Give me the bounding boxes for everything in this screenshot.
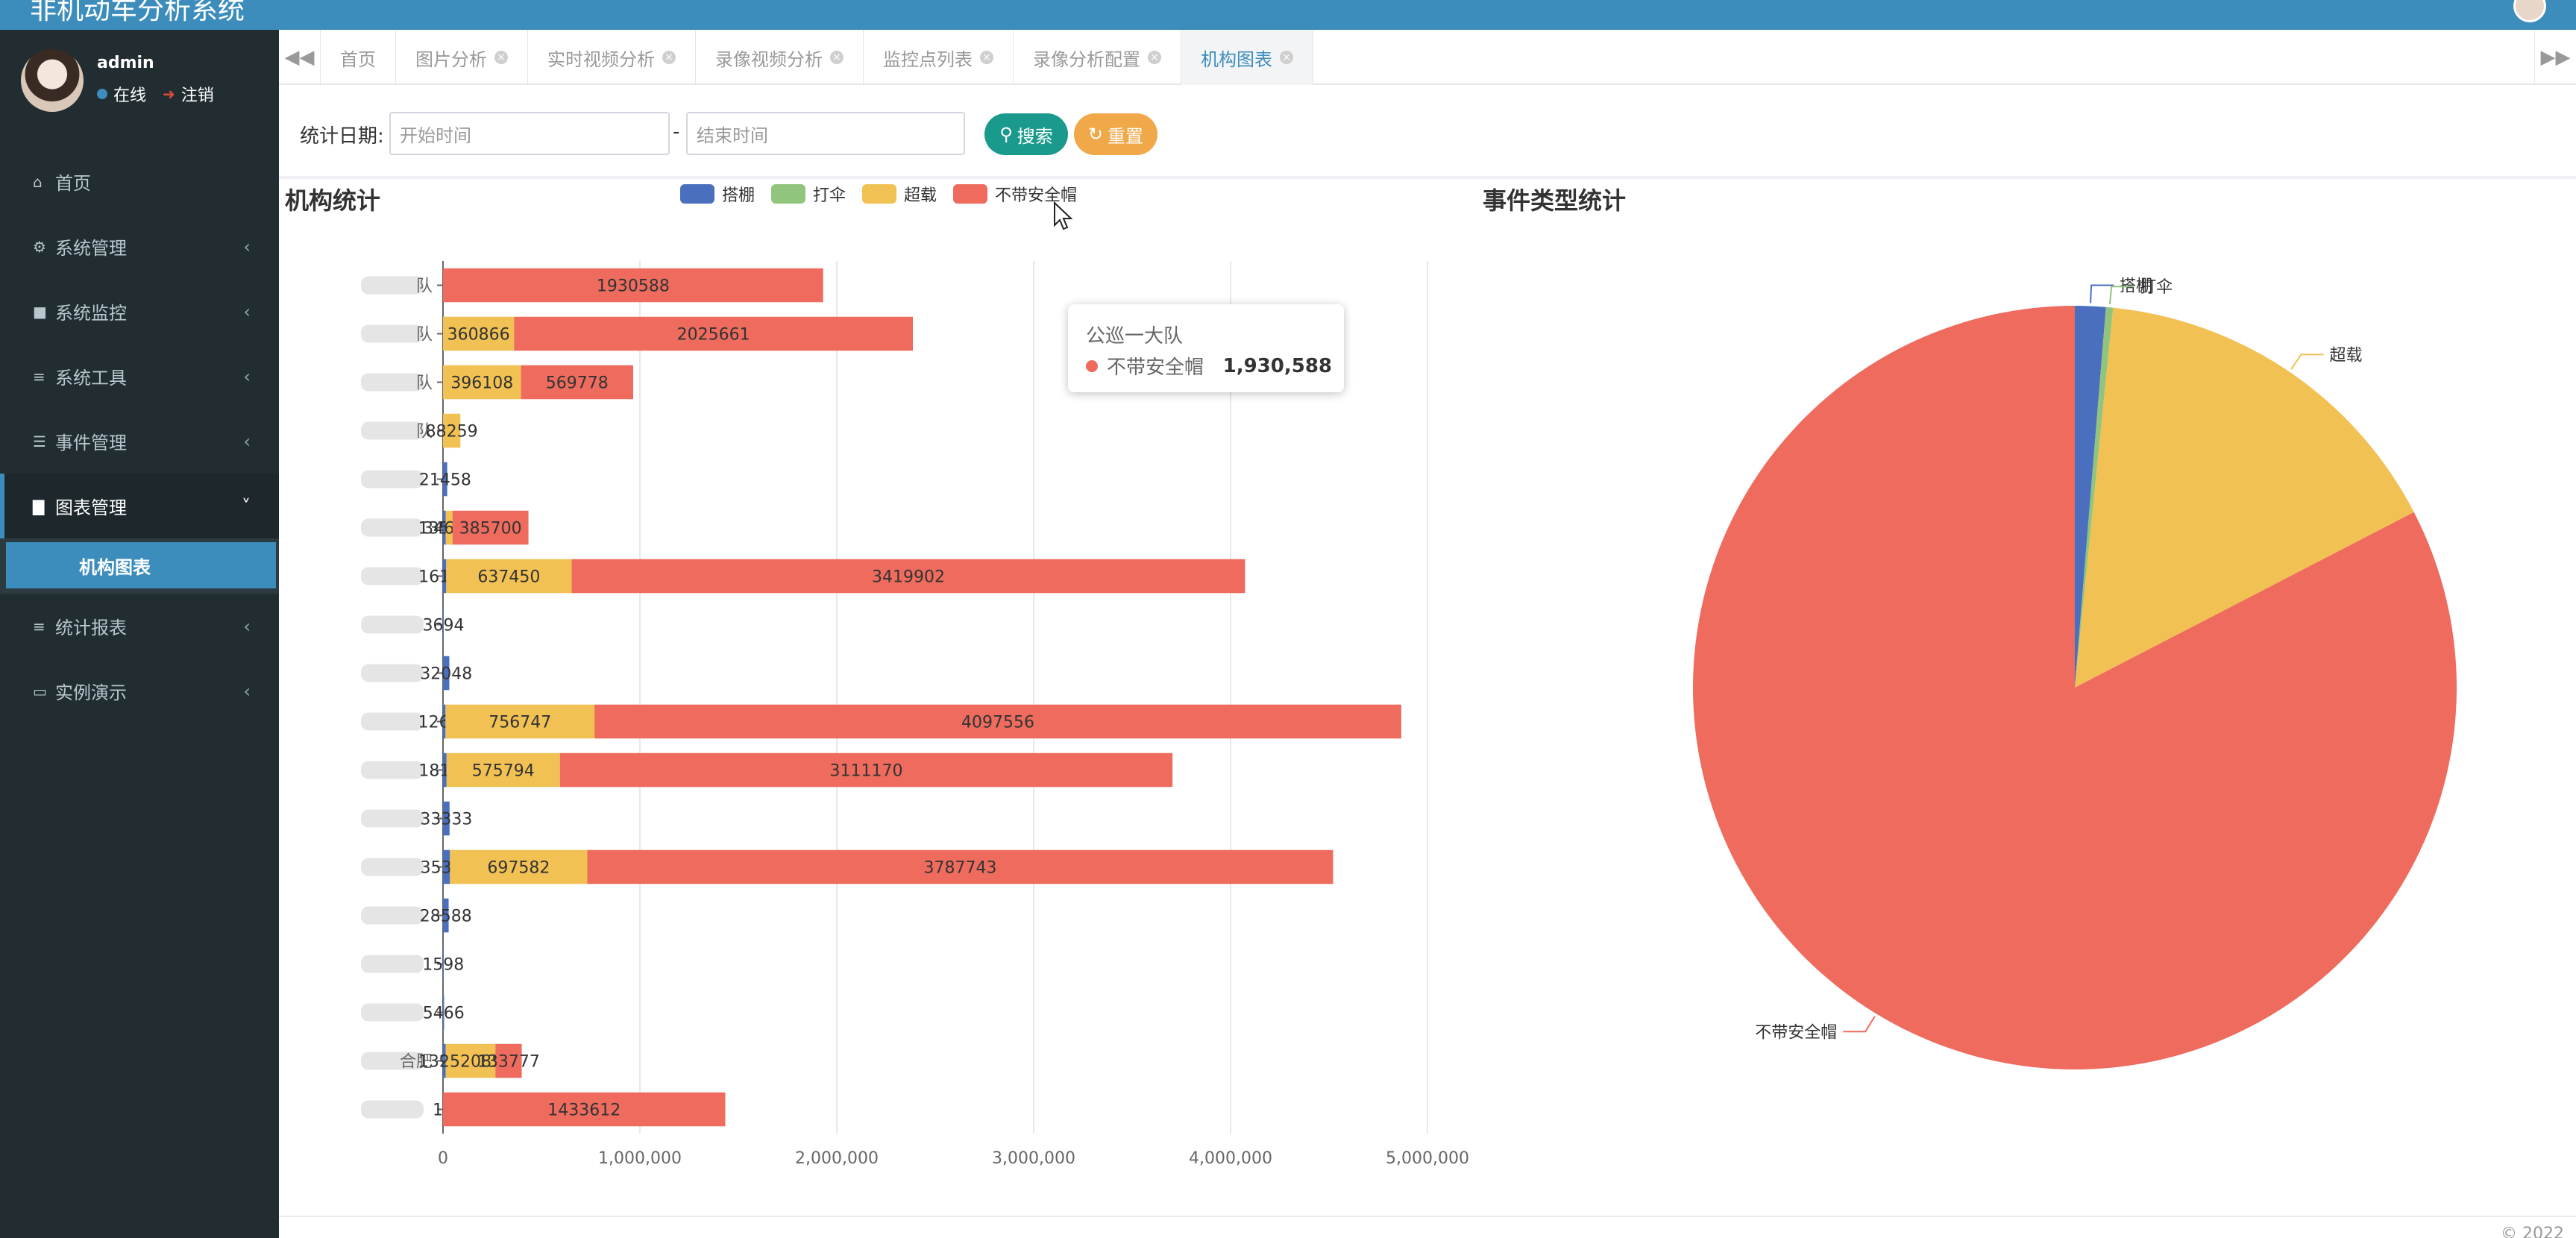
x-tick-label: 5,000,000 — [1386, 1149, 1469, 1168]
blurred-category-label — [361, 518, 424, 537]
bar-value-label: 2025661 — [677, 326, 750, 345]
bar-value-label: 3787743 — [923, 859, 996, 878]
bar-value-label: 360866 — [447, 326, 510, 345]
bar-value-label: 385700 — [459, 520, 522, 538]
bar-value-label: 637450 — [477, 568, 540, 587]
bar-value-label: 756747 — [489, 714, 551, 732]
bar-value-label: 88259 — [426, 423, 478, 442]
x-tick-label: 1,000,000 — [598, 1149, 682, 1168]
pie-label-line — [1843, 1016, 1876, 1033]
blurred-category-label — [361, 324, 424, 343]
bar-value-label: 32048 — [420, 665, 472, 684]
x-tick-label: 0 — [438, 1149, 448, 1168]
blurred-category-label — [361, 809, 424, 828]
footer-divider — [279, 1216, 2576, 1217]
blurred-category-label — [361, 761, 424, 779]
pie-label: 打伞 — [2140, 278, 2173, 297]
y-category-label: 队 — [416, 374, 433, 393]
blurred-category-label — [361, 712, 424, 731]
bar-value-label: 5466 — [423, 1005, 465, 1023]
bar-value-label: 3419902 — [872, 568, 945, 587]
bar-value-label: 3111170 — [829, 762, 902, 781]
pie-label-line — [2290, 354, 2324, 370]
blurred-category-label — [361, 470, 424, 488]
blurred-category-label — [361, 567, 424, 585]
charts-canvas: 0 1,000,000 2,000,000 3,000,000 4,000,000 5,0… — [361, 261, 2457, 1168]
bar-value-label: 21458 — [419, 471, 471, 490]
pie-label: 不带安全帽 — [1755, 1023, 1837, 1042]
bar-value-label: 1433612 — [547, 1102, 621, 1120]
tooltip-value: 1,930,588 — [1222, 354, 1332, 377]
chart-tooltip: 公巡一大队 不带安全帽 1,930,588 — [1068, 304, 1344, 392]
pie-label: 超载 — [2330, 346, 2363, 365]
x-tick-label: 4,000,000 — [1189, 1149, 1272, 1168]
blurred-category-label — [361, 373, 424, 392]
footer-text: © 2022 — [2501, 1225, 2564, 1238]
y-category-label: 队 — [416, 277, 433, 296]
y-category-label: 队 — [416, 326, 433, 345]
blurred-category-label — [361, 1100, 424, 1119]
bar-value-label: 4097556 — [961, 714, 1034, 732]
tooltip-row: 不带安全帽 1,930,588 — [1086, 352, 1332, 380]
bar-value-label: 1930588 — [597, 277, 670, 296]
blurred-category-label — [361, 615, 424, 634]
bar-value-label: 3694 — [422, 617, 464, 635]
blurred-category-label — [361, 858, 424, 876]
tooltip-series: 不带安全帽 — [1107, 356, 1204, 379]
mouse-cursor-icon — [1054, 201, 1072, 230]
bar-value-label: 28588 — [420, 908, 472, 926]
blurred-category-label — [361, 1003, 424, 1022]
blurred-category-label — [361, 276, 424, 295]
x-tick-label: 2,000,000 — [795, 1149, 879, 1168]
bar-value-label: 133777 — [477, 1053, 540, 1072]
tooltip-dot-icon — [1086, 359, 1098, 372]
blurred-category-label — [361, 955, 424, 973]
app-root: 非机动车分析系统 admin 在线 ➜ 注销 ⌂ 首页 ⚙ 系统管理 ‹ ■ 系统监控 ‹ ≡ 系… — [0, 0, 2576, 1238]
bar-value-label: 396108 — [450, 374, 513, 393]
blurred-category-label — [361, 421, 424, 440]
x-tick-label: 3,000,000 — [992, 1149, 1075, 1168]
bar-value-label: 33333 — [420, 811, 472, 829]
tooltip-title: 公巡一大队 — [1086, 325, 1184, 348]
blurred-category-label — [361, 664, 424, 682]
bar-value-label: 697582 — [487, 859, 550, 878]
bar-value-label: 575794 — [472, 762, 535, 781]
bar-value-label: 1598 — [422, 956, 464, 975]
blurred-category-label — [361, 906, 424, 925]
bar-value-label: 569778 — [546, 374, 609, 393]
